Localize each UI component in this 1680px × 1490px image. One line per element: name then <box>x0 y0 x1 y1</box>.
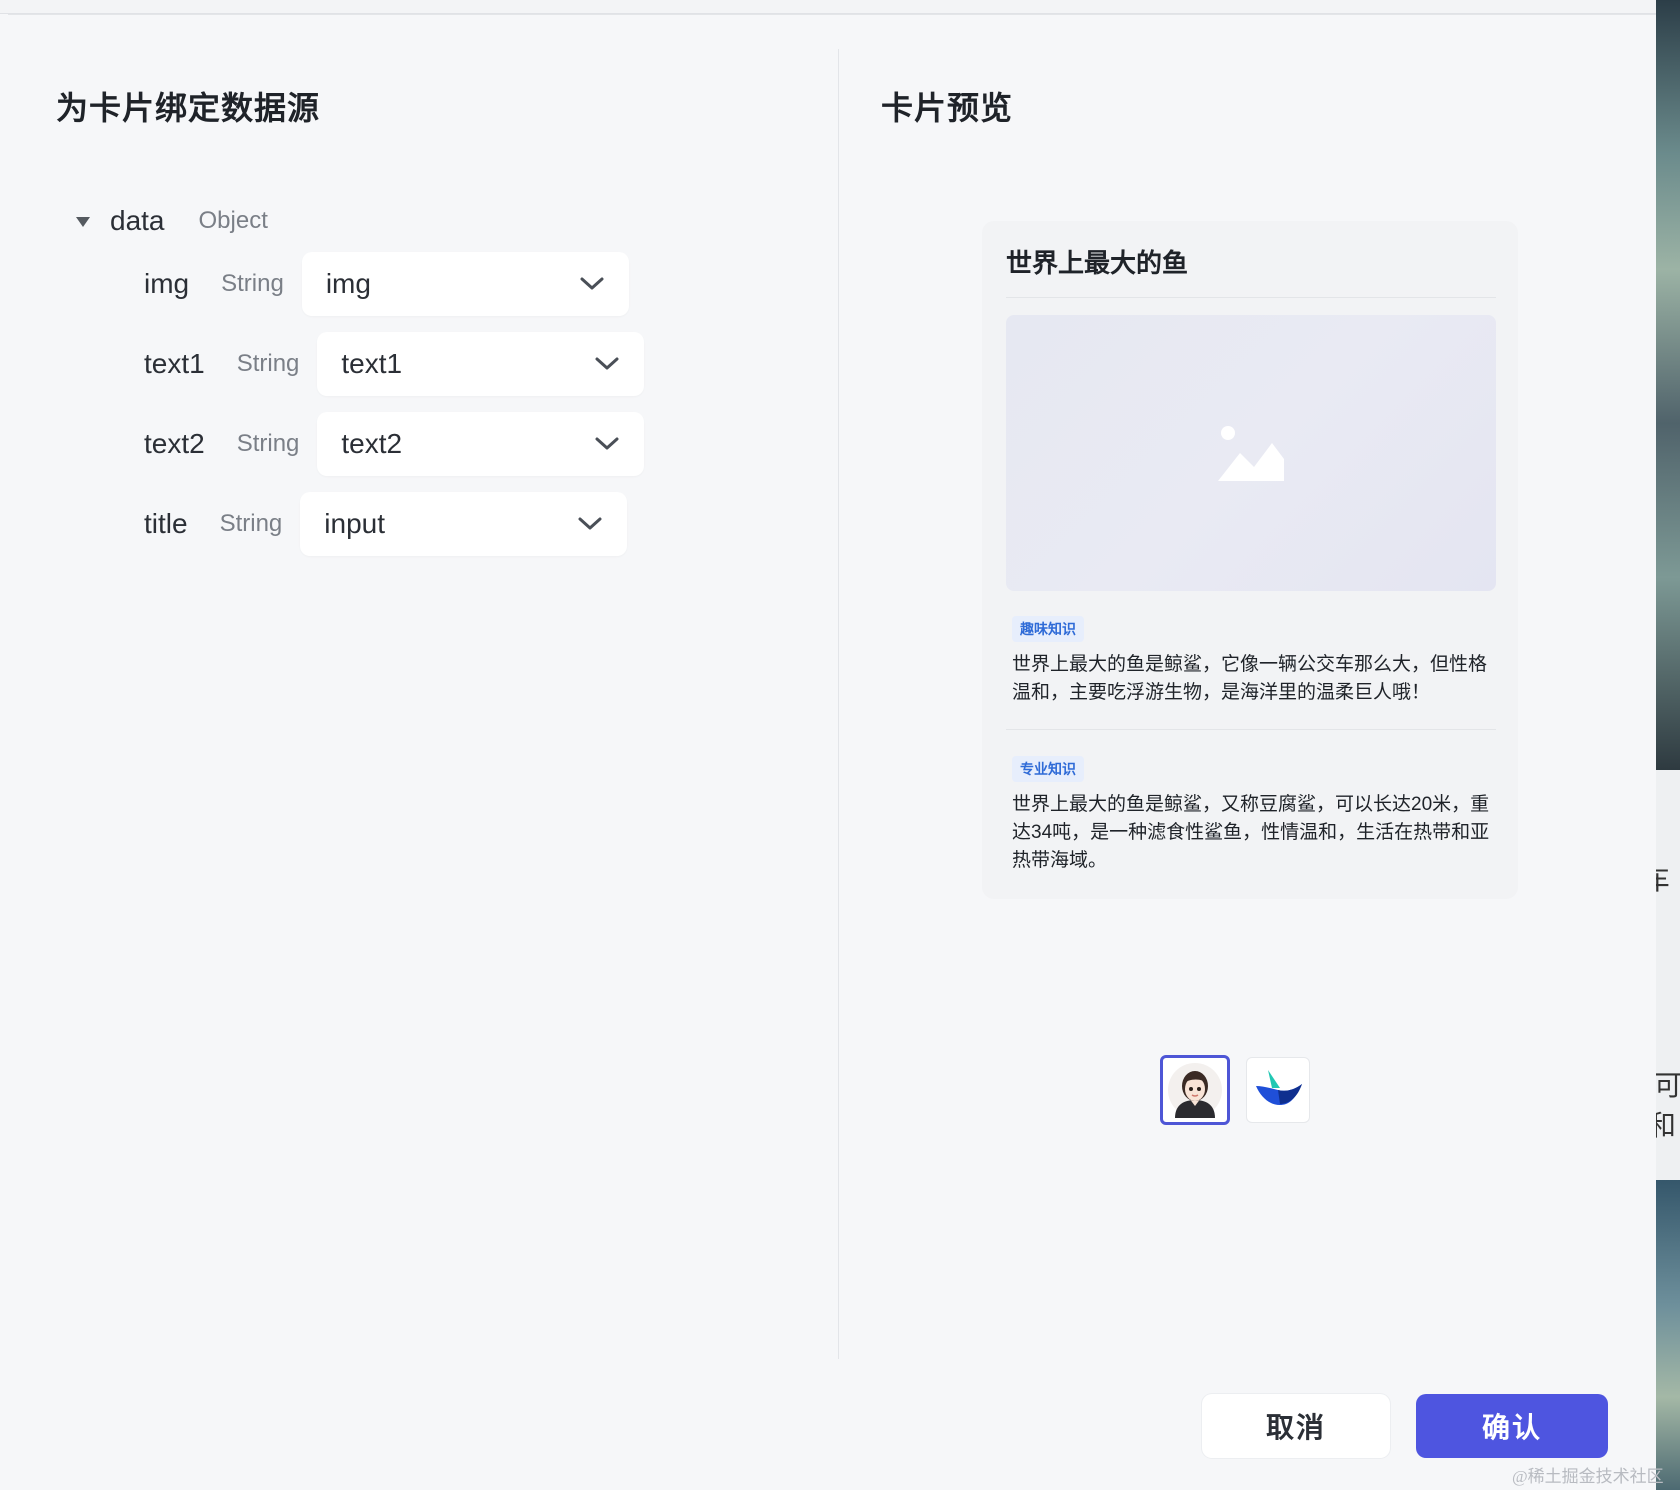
bird-logo-icon <box>1256 1070 1302 1106</box>
select-value: input <box>324 508 385 539</box>
select-value: img <box>325 268 371 299</box>
field-select-text1[interactable]: text1 <box>317 332 645 396</box>
field-select-title[interactable]: input <box>300 492 628 556</box>
watermark: @稀土掘金技术社区 <box>1512 1467 1664 1486</box>
field-select-img[interactable]: img <box>301 252 629 316</box>
background-page-edge: 车 可 和 <box>1656 0 1680 1490</box>
select-value: text1 <box>341 348 403 379</box>
panel-divider <box>838 49 839 1359</box>
bind-data-title: 为卡片绑定数据源 <box>56 90 321 126</box>
chevron-down-icon <box>580 277 604 290</box>
tree-root-data[interactable]: data Object <box>76 203 268 239</box>
image-placeholder-icon <box>1218 426 1284 481</box>
field-type: String <box>219 510 283 537</box>
chevron-down-icon <box>595 357 619 370</box>
card-preview-title: 卡片预览 <box>881 90 1014 126</box>
background-text-fragment: 和 <box>1656 1110 1677 1141</box>
field-type: String <box>221 270 284 297</box>
tree-root-type: Object <box>198 207 268 234</box>
confirm-button[interactable]: 确认 <box>1416 1394 1608 1458</box>
field-name: title <box>144 508 188 539</box>
field-type: String <box>236 430 300 457</box>
card-text-2: 世界上最大的鱼是鲸鲨，又称豆腐鲨，可以长达20米，重达34吨，是一种滤食性鲨鱼，… <box>1012 794 1490 871</box>
caret-down-icon[interactable] <box>76 217 90 227</box>
avatar-option-bird[interactable] <box>1246 1057 1310 1123</box>
background-text-fragment: 车 <box>1656 864 1671 895</box>
chevron-down-icon <box>578 517 602 530</box>
field-type: String <box>236 350 300 377</box>
field-name: text2 <box>144 428 205 459</box>
card-preview: 世界上最大的鱼 趣味知识 世界上最大的鱼是鲸鲨，它像一辆公交车那么大，但性格温和… <box>982 221 1518 899</box>
background-image-bottom <box>1656 1180 1680 1490</box>
select-value: text2 <box>341 428 403 459</box>
card-divider <box>1006 297 1496 298</box>
tree-root-name: data <box>110 205 165 236</box>
background-text-fragment: 可 <box>1656 1070 1680 1101</box>
field-row-title: title String input <box>144 492 628 556</box>
bind-data-dialog: 为卡片绑定数据源 data Object img String img text… <box>8 14 1656 1490</box>
background-image-top <box>1656 0 1680 770</box>
tag-fun-knowledge: 趣味知识 <box>1012 616 1084 642</box>
tag-professional-knowledge: 专业知识 <box>1012 756 1084 782</box>
field-name: text1 <box>144 348 205 379</box>
dialog-top-edge <box>0 0 1656 14</box>
field-select-text2[interactable]: text2 <box>317 412 645 476</box>
chevron-down-icon <box>595 437 619 450</box>
card-text-1: 世界上最大的鱼是鲸鲨，它像一辆公交车那么大，但性格温和，主要吃浮游生物，是海洋里… <box>1012 654 1488 703</box>
card-divider <box>1006 729 1496 730</box>
girl-avatar-icon <box>1168 1063 1222 1118</box>
cancel-button[interactable]: 取消 <box>1202 1394 1390 1458</box>
avatar-option-girl[interactable] <box>1160 1055 1230 1125</box>
field-name: img <box>144 268 190 299</box>
field-row-text2: text2 String text2 <box>144 412 645 476</box>
field-row-img: img String img <box>144 252 629 316</box>
field-row-text1: text1 String text1 <box>144 332 645 396</box>
card-title: 世界上最大的鱼 <box>1006 248 1189 278</box>
card-image <box>1006 315 1496 591</box>
